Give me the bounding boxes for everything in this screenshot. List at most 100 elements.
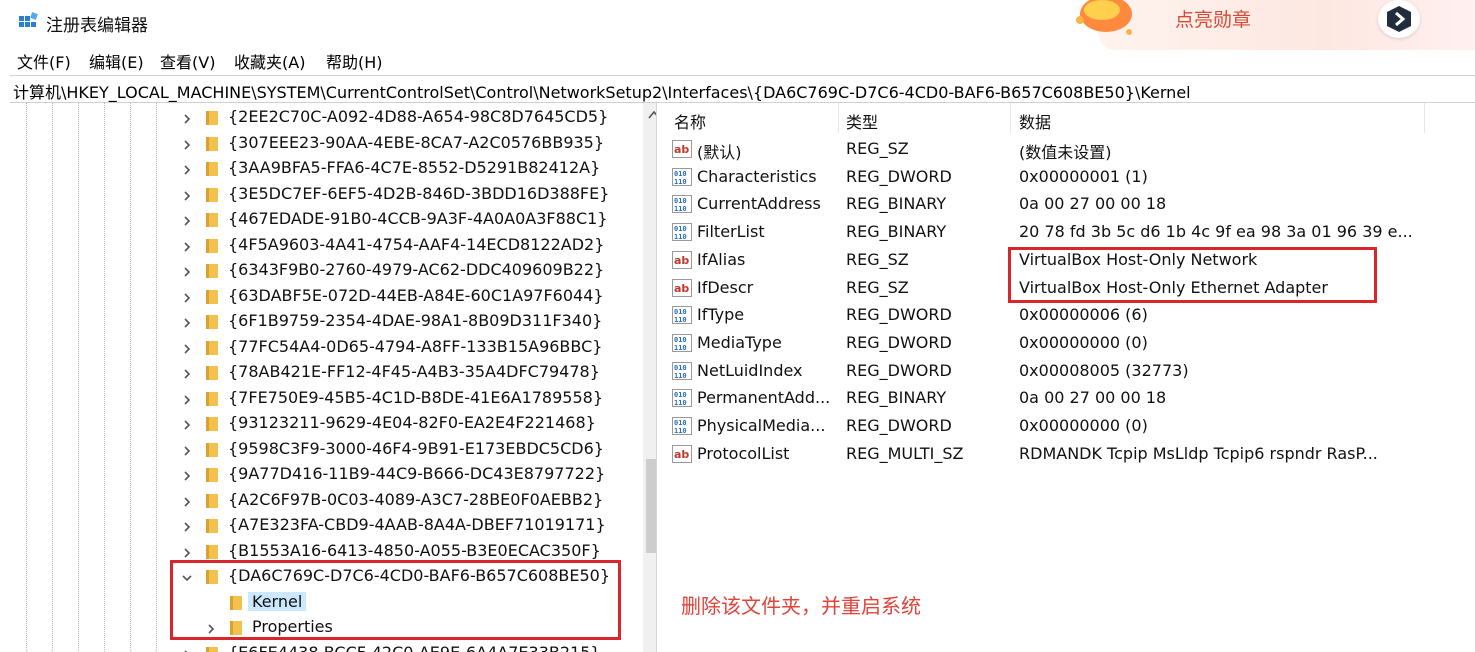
value-row[interactable]: 010 110 NetLuidIndex REG_DWORD 0x00008005 (3… [664,358,1475,385]
tree-item[interactable]: {9A77D416-11B9-44C9-B666-DC43E8797722} [10,463,630,488]
chevron-right-icon[interactable] [180,520,194,534]
value-type: REG_DWORD [846,416,952,435]
value-row[interactable]: 010 110 PhysicalMedia... REG_DWORD 0x0000000… [664,413,1475,440]
tree-item[interactable]: {78AB421E-FF12-4F45-A4B3-35A4DFC79478} [10,361,630,386]
chevron-right-icon[interactable] [180,393,194,407]
folder-icon [206,238,218,253]
chevron-right-icon[interactable] [180,342,194,356]
binary-value-icon: 010 110 [672,167,692,186]
tree-item[interactable]: {6343F9B0-2760-4979-AC62-DDC409609B22} [10,259,630,284]
chevron-right-icon[interactable] [180,163,194,177]
column-header-data[interactable]: 数据 [1019,109,1051,133]
menu-help[interactable]: 帮助(H) [326,49,383,73]
value-row[interactable]: ab ProtocolList REG_MULTI_SZ RDMANDK Tcpip … [664,441,1475,468]
binary-value-icon: 010 110 [672,333,692,352]
chevron-right-icon[interactable] [180,648,194,652]
chevron-right-icon[interactable] [180,138,194,152]
address-bar[interactable]: 计算机\HKEY_LOCAL_MACHINE\SYSTEM\CurrentCon… [10,75,1475,103]
promo-action-button[interactable] [1378,0,1420,38]
tree-item[interactable]: {3E5DC7EF-6EF5-4D2B-846D-3BDD16D388FE} [10,183,630,208]
value-name: PhysicalMedia... [697,416,826,435]
svg-text:010: 010 [674,419,687,427]
tree-scrollbar[interactable] [643,103,657,652]
tree-item-label: {78AB421E-FF12-4F45-A4B3-35A4DFC79478} [228,362,600,381]
chevron-right-icon[interactable] [180,444,194,458]
menu-favorites[interactable]: 收藏夹(A) [234,49,305,73]
menu-file[interactable]: 文件(F) [17,49,71,73]
tree-item-label: {2EE2C70C-A092-4D88-A654-98C8D7645CD5} [228,107,609,126]
tree-item[interactable]: {6F1B9759-2354-4DAE-98A1-8B09D311F340} [10,310,630,335]
column-separator[interactable] [1424,103,1425,133]
value-name: NetLuidIndex [697,360,803,380]
value-type: REG_MULTI_SZ [846,443,964,463]
column-separator[interactable] [1010,103,1011,133]
chevron-right-icon[interactable] [180,214,194,228]
column-separator[interactable] [838,103,839,133]
tree-item[interactable]: {93123211-9629-4E04-82F0-EA2E4F221468} [10,412,630,437]
tree-item[interactable]: {E6FE4438-BCCF-42C0-AE9E-6A4A7E33B215} [10,642,630,652]
value-type: REG_DWORD [846,332,952,352]
chevron-right-icon[interactable] [180,418,194,432]
value-type: REG_BINARY [846,222,947,242]
chevron-right-icon[interactable] [180,112,194,126]
binary-value-icon: 010 110 [672,361,692,380]
folder-icon [206,289,218,304]
value-name: Characteristics [697,166,817,186]
tree-item[interactable]: {A2C6F97B-0C03-4089-A3C7-28BE0F0AEBB2} [10,489,630,514]
chevron-right-icon[interactable] [180,265,194,279]
svg-text:010: 010 [674,197,687,205]
value-data: RDMANDK Tcpip MsLldp Tcpip6 rspndr RasP.… [1019,443,1378,463]
folder-icon [206,111,218,125]
value-row[interactable]: 010 110 Characteristics REG_DWORD 0x00000001… [664,164,1475,191]
tree-item[interactable]: {63DABF5E-072D-44EB-A84E-60C1A97F6044} [10,285,630,310]
value-row[interactable]: 010 110 PermanentAdd... REG_BINARY 0a 00 27 … [664,385,1475,412]
column-header-name[interactable]: 名称 [674,109,706,133]
tree-item[interactable]: {4F5A9603-4A41-4754-AAF4-14ECD8122AD2} [10,234,630,259]
promo-text[interactable]: 点亮勋章 [1175,5,1251,32]
tree-item[interactable]: {2EE2C70C-A092-4D88-A654-98C8D7645CD5} [10,106,630,131]
scroll-thumb[interactable] [646,459,656,553]
binary-value-icon: 010 110 [672,306,692,325]
tree-item-label: {3E5DC7EF-6EF5-4D2B-846D-3BDD16D388FE} [228,183,610,203]
chevron-right-icon[interactable] [180,546,194,560]
menu-edit[interactable]: 编辑(E) [89,49,144,73]
value-row[interactable]: 010 110 MediaType REG_DWORD 0x00000000 (0) [664,330,1475,357]
value-row[interactable]: 010 110 FilterList REG_BINARY 20 78 fd 3b 5c… [664,219,1475,246]
tree-item-label: {6343F9B0-2760-4979-AC62-DDC409609B22} [228,260,605,279]
chevron-right-icon[interactable] [180,495,194,509]
address-path[interactable]: 计算机\HKEY_LOCAL_MACHINE\SYSTEM\CurrentCon… [13,79,1191,103]
value-name: (默认) [697,143,742,162]
value-type: REG_SZ [846,139,909,158]
chevron-right-icon[interactable] [180,291,194,305]
value-type: REG_BINARY [846,194,947,214]
value-list-pane[interactable]: 名称 类型 数据 ab (默认) REG_SZ (数值未设置) 010 110 Charac… [664,103,1475,652]
svg-text:110: 110 [674,399,687,407]
medal-icon [1076,0,1132,35]
chevron-right-icon[interactable] [180,316,194,330]
svg-text:ab: ab [674,448,689,461]
chevron-right-icon[interactable] [180,189,194,203]
chevron-right-icon[interactable] [180,240,194,254]
value-row[interactable]: 010 110 IfType REG_DWORD 0x00000006 (6) [664,302,1475,329]
tree-item[interactable]: {9598C3F9-3000-46F4-9B91-E173EBDC5CD6} [10,438,630,463]
chevron-right-icon[interactable] [180,367,194,381]
tree-item[interactable]: {307EEE23-90AA-4EBE-8CA7-A2C0576BB935} [10,132,630,157]
column-header-type[interactable]: 类型 [846,109,878,133]
tree-item[interactable]: {467EDADE-91B0-4CCB-9A3F-4A0A0A3F88C1} [10,208,630,233]
value-data: 0a 00 27 00 00 18 [1019,388,1167,408]
svg-text:ab: ab [674,143,689,156]
tree-item[interactable]: {3AA9BFA5-FFA6-4C7E-8552-D5291B82412A} [10,157,630,182]
folder-icon [206,493,218,508]
tree-item[interactable]: {A7E323FA-CBD9-4AAB-8A4A-DBEF71019171} [10,514,630,539]
value-row[interactable]: ab (默认) REG_SZ (数值未设置) [664,136,1475,163]
value-type: REG_DWORD [846,166,952,186]
tree-item[interactable]: {7FE750E9-45B5-4C1D-B8DE-41E6A1789558} [10,387,630,412]
folder-icon [206,213,218,227]
value-row[interactable]: 010 110 CurrentAddress REG_BINARY 0a 00 27 0… [664,191,1475,218]
svg-text:010: 010 [674,225,687,233]
scroll-up-arrow-icon[interactable] [647,109,657,121]
tree-item[interactable]: {77FC54A4-0D65-4794-A8FF-133B15A96BBC} [10,336,630,361]
chevron-right-icon[interactable] [180,469,194,483]
menu-view[interactable]: 查看(V) [160,49,215,73]
value-data: 0x00000006 (6) [1019,305,1148,325]
